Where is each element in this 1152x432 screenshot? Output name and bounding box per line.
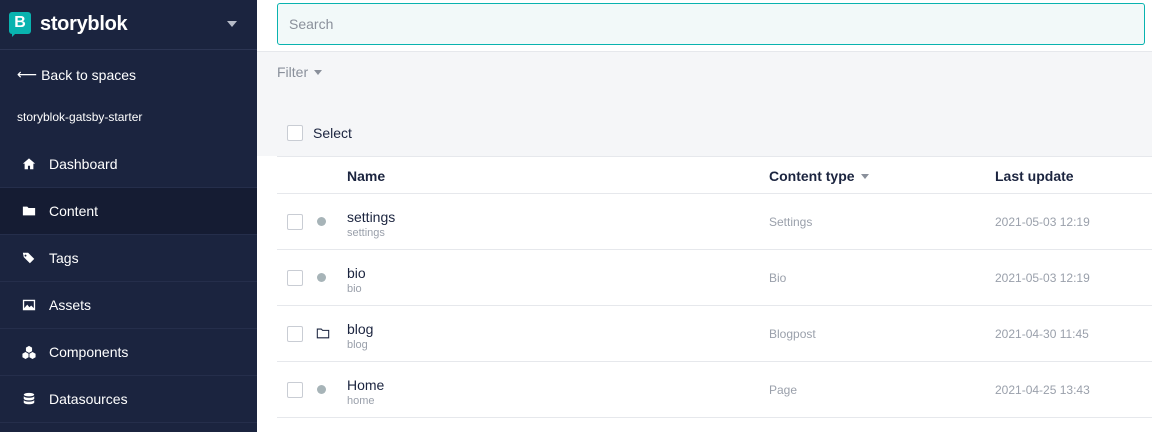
sidebar-item-label: Assets	[49, 297, 92, 313]
row-last-update: 2021-04-30 11:45	[995, 327, 1089, 341]
caret-down-icon	[314, 70, 323, 75]
sort-caret-icon	[860, 174, 869, 179]
status-dot-icon	[317, 385, 326, 394]
sidebar-item-datasources[interactable]: Datasources	[0, 376, 257, 423]
column-header-last-update[interactable]: Last update	[995, 168, 1074, 184]
sidebar-item-label: Dashboard	[49, 156, 118, 172]
sidebar-item-assets[interactable]: Assets	[0, 282, 257, 329]
back-to-spaces-link[interactable]: ⟵ Back to spaces	[17, 66, 136, 83]
sidebar-item-label: Content	[49, 203, 99, 219]
sidebar-item-label: Datasources	[49, 391, 128, 407]
main-content: Filter Select Name Content type Last upd…	[257, 0, 1152, 432]
row-content-type: Page	[769, 383, 798, 397]
home-icon	[22, 157, 36, 171]
storyblok-logo-icon: B	[9, 11, 31, 38]
table-row[interactable]: bio bio Bio 2021-05-03 12:19	[277, 250, 1152, 306]
row-content-type: Settings	[769, 215, 813, 229]
row-slug: settings	[347, 227, 385, 239]
row-name[interactable]: Home	[347, 377, 384, 393]
select-all-checkbox[interactable]	[287, 125, 303, 141]
cubes-icon	[22, 345, 36, 359]
image-icon	[22, 298, 36, 312]
caret-down-icon[interactable]	[227, 21, 237, 27]
column-header-label: Content type	[769, 168, 855, 184]
filter-dropdown[interactable]: Filter	[277, 64, 323, 80]
row-last-update: 2021-04-25 13:43	[995, 383, 1090, 397]
table-row[interactable]: settings settings Settings 2021-05-03 12…	[277, 194, 1152, 250]
back-to-spaces-label: Back to spaces	[41, 66, 137, 83]
row-last-update: 2021-05-03 12:19	[995, 215, 1090, 229]
row-content-type: Blogpost	[769, 327, 816, 341]
row-slug: home	[347, 395, 375, 407]
row-slug: blog	[347, 339, 368, 351]
sidebar-nav: Dashboard Content Tags Assets Components	[0, 141, 257, 423]
row-checkbox[interactable]	[287, 270, 303, 286]
row-name[interactable]: settings	[347, 209, 395, 225]
filter-bar: Filter Select	[257, 52, 1152, 156]
sidebar-item-components[interactable]: Components	[0, 329, 257, 376]
filter-label: Filter	[277, 64, 309, 80]
content-table: Name Content type Last update settings s…	[277, 156, 1152, 418]
select-all-label: Select	[313, 125, 352, 141]
row-slug: bio	[347, 283, 362, 295]
table-header: Name Content type Last update	[277, 156, 1152, 194]
sidebar-item-content[interactable]: Content	[0, 188, 257, 235]
status-dot-icon	[317, 217, 326, 226]
search-input[interactable]	[277, 3, 1145, 45]
table-row[interactable]: Home home Page 2021-04-25 13:43	[277, 362, 1152, 418]
arrow-left-icon: ⟵	[17, 66, 38, 82]
row-content-type: Bio	[769, 271, 787, 285]
status-dot-icon	[317, 273, 326, 282]
sidebar-item-label: Tags	[49, 250, 79, 266]
select-all[interactable]: Select	[287, 125, 352, 141]
row-checkbox[interactable]	[287, 382, 303, 398]
row-checkbox[interactable]	[287, 214, 303, 230]
sidebar-item-tags[interactable]: Tags	[0, 235, 257, 282]
row-last-update: 2021-05-03 12:19	[995, 271, 1090, 285]
row-name[interactable]: blog	[347, 321, 373, 337]
space-name: storyblok-gatsby-starter	[17, 110, 143, 124]
sidebar-item-dashboard[interactable]: Dashboard	[0, 141, 257, 188]
folder-icon	[316, 326, 330, 340]
sidebar: B storyblok ⟵ Back to spaces storyblok-g…	[0, 0, 257, 432]
brand-header[interactable]: B storyblok	[0, 0, 257, 50]
sidebar-item-label: Components	[49, 344, 129, 360]
folder-icon	[22, 204, 36, 218]
column-header-content-type[interactable]: Content type	[769, 168, 869, 184]
row-checkbox[interactable]	[287, 326, 303, 342]
column-header-name[interactable]: Name	[347, 168, 385, 184]
row-name[interactable]: bio	[347, 265, 366, 281]
search-bar	[257, 0, 1152, 52]
brand-name: storyblok	[40, 13, 128, 35]
database-icon	[22, 392, 36, 406]
table-row[interactable]: blog blog Blogpost 2021-04-30 11:45	[277, 306, 1152, 362]
tags-icon	[22, 251, 36, 265]
